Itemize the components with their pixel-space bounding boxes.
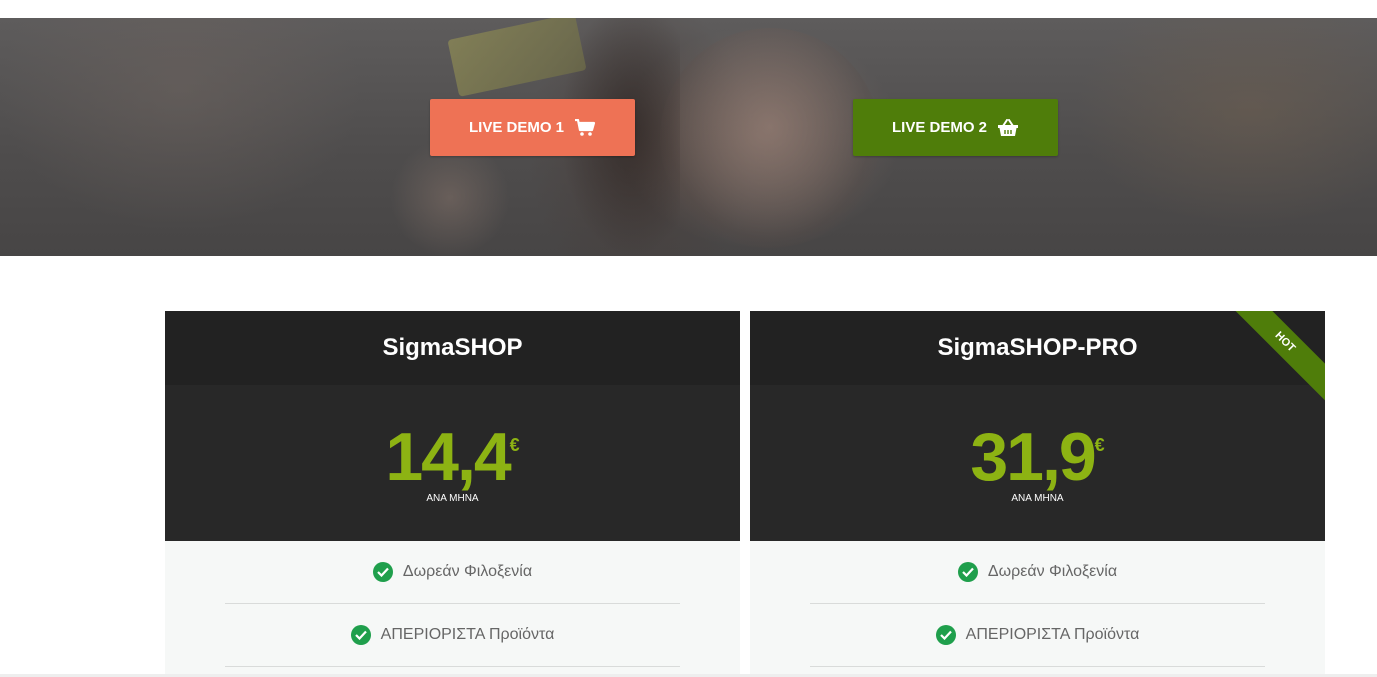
- top-bar: [0, 0, 1377, 18]
- pricing-plan-sigmashop: SigmaSHOP 14,4€ ΑΝΑ ΜΗΝΑ Δωρεάν Φιλοξενί…: [165, 311, 740, 677]
- plan-currency: €: [509, 435, 520, 455]
- check-circle-icon: [935, 625, 956, 645]
- plan-title: SigmaSHOP: [165, 311, 740, 385]
- live-demo-2-button[interactable]: LIVE DEMO 2: [853, 99, 1058, 156]
- plan-title: SigmaSHOP-PRO: [750, 311, 1325, 385]
- feature-label: Δωρεάν Φιλοξενία: [987, 563, 1118, 580]
- hero-photo-face: [660, 28, 880, 248]
- list-item: ΑΠΕΡΙΟΡΙΣΤΑ Προϊόντα: [225, 604, 680, 667]
- plan-feature-list: Δωρεάν Φιλοξενία ΑΠΕΡΙΟΡΙΣΤΑ Προϊόντα: [750, 541, 1325, 677]
- cart-icon: [575, 118, 596, 136]
- basket-icon: [998, 118, 1019, 136]
- plan-price-block: 14,4€ ΑΝΑ ΜΗΝΑ: [165, 385, 740, 541]
- live-demo-1-label: LIVE DEMO 1: [468, 119, 565, 136]
- feature-label: Δωρεάν Φιλοξενία: [402, 563, 533, 580]
- live-demo-1-button[interactable]: LIVE DEMO 1: [430, 99, 635, 156]
- check-circle-icon: [372, 562, 393, 582]
- hero-banner: [0, 18, 1377, 256]
- list-item: Δωρεάν Φιλοξενία: [225, 541, 680, 604]
- check-circle-icon: [350, 625, 371, 645]
- plan-period: ΑΝΑ ΜΗΝΑ: [426, 493, 479, 504]
- plan-period: ΑΝΑ ΜΗΝΑ: [1011, 493, 1064, 504]
- pricing-plan-sigmashop-pro: SigmaSHOP-PRO 31,9€ ΑΝΑ ΜΗΝΑ Δωρεάν Φιλο…: [750, 311, 1325, 677]
- plan-price-block: 31,9€ ΑΝΑ ΜΗΝΑ: [750, 385, 1325, 541]
- plan-currency: €: [1094, 435, 1105, 455]
- check-circle-icon: [957, 562, 978, 582]
- feature-label: ΑΠΕΡΙΟΡΙΣΤΑ Προϊόντα: [965, 626, 1140, 643]
- plan-feature-list: Δωρεάν Φιλοξενία ΑΠΕΡΙΟΡΙΣΤΑ Προϊόντα: [165, 541, 740, 677]
- plan-price: 14,4: [385, 419, 511, 495]
- list-item: ΑΠΕΡΙΟΡΙΣΤΑ Προϊόντα: [810, 604, 1265, 667]
- live-demo-2-label: LIVE DEMO 2: [891, 119, 988, 136]
- plan-price: 31,9: [970, 419, 1096, 495]
- feature-label: ΑΠΕΡΙΟΡΙΣΤΑ Προϊόντα: [380, 626, 555, 643]
- list-item: Δωρεάν Φιλοξενία: [810, 541, 1265, 604]
